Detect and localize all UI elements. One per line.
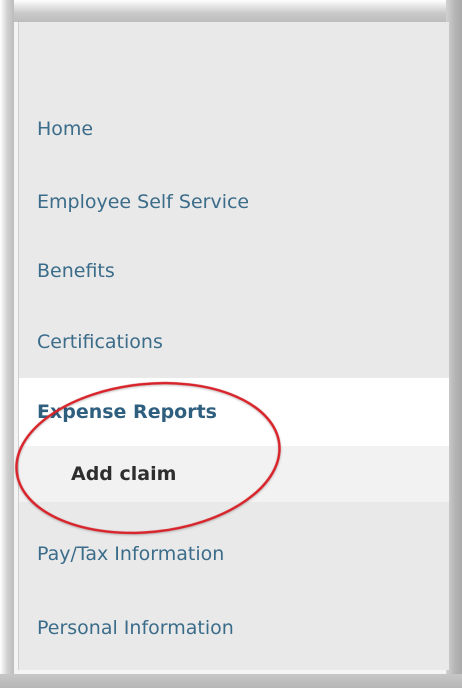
frame-shadow-bottom	[0, 674, 462, 688]
sidebar-item-personal-information[interactable]: Personal Information	[19, 598, 449, 658]
sidebar-item-label: Employee Self Service	[37, 191, 250, 213]
sidebar-subitem-add-claim[interactable]: Add claim	[19, 446, 449, 502]
frame-shadow-top	[0, 0, 462, 22]
sidebar-item-certifications[interactable]: Certifications	[19, 312, 449, 372]
sidebar-item-label: Pay/Tax Information	[37, 543, 225, 565]
sidebar-item-label: Personal Information	[37, 617, 234, 639]
sidebar-nav: Home Employee Self Service Benefits Cert…	[18, 22, 449, 670]
sidebar-subitem-label: Add claim	[71, 463, 177, 485]
frame-shadow-left	[0, 0, 14, 688]
sidebar-item-label: Home	[37, 118, 94, 140]
sidebar-item-pay-tax-information[interactable]: Pay/Tax Information	[19, 524, 449, 584]
sidebar-item-employee-self-service[interactable]: Employee Self Service	[19, 172, 449, 232]
sidebar-item-label: Certifications	[37, 331, 163, 353]
sidebar-item-label: Benefits	[37, 260, 115, 282]
sidebar-item-home[interactable]: Home	[19, 99, 449, 159]
sidebar-item-expense-reports[interactable]: Expense Reports	[19, 378, 449, 446]
window-frame: Home Employee Self Service Benefits Cert…	[0, 0, 462, 688]
sidebar-item-benefits[interactable]: Benefits	[19, 241, 449, 301]
sidebar-item-label: Expense Reports	[37, 401, 217, 423]
